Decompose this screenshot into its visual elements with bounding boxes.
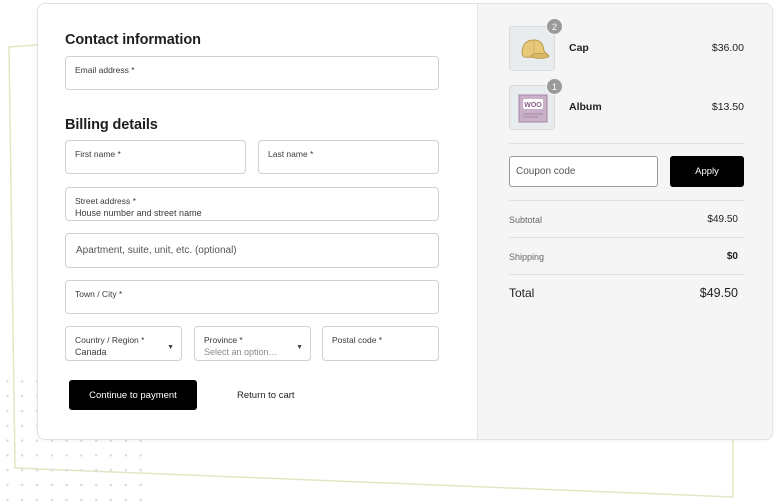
total-value: $49.50 bbox=[699, 286, 738, 300]
quantity-badge: 2 bbox=[546, 18, 563, 35]
apartment-field[interactable]: Apartment, suite, unit, etc. (optional) bbox=[65, 233, 439, 268]
apply-coupon-button[interactable]: Apply bbox=[670, 156, 744, 187]
cart-item-name: Cap bbox=[569, 42, 589, 54]
first-name-label: First name * bbox=[75, 149, 121, 159]
shipping-value: $0 bbox=[726, 251, 738, 262]
country-select[interactable]: Country / Region * Canada ▼ bbox=[65, 326, 182, 361]
album-logo-text: WOO bbox=[524, 102, 542, 109]
contact-heading: Contact information bbox=[65, 32, 201, 48]
billing-heading: Billing details bbox=[65, 117, 158, 133]
divider bbox=[509, 274, 744, 275]
shipping-label: Shipping bbox=[509, 252, 545, 262]
divider bbox=[509, 200, 744, 201]
province-select[interactable]: Province * Select an option… ▼ bbox=[194, 326, 311, 361]
first-name-field[interactable]: First name * bbox=[65, 140, 246, 174]
cart-item-price: $13.50 bbox=[711, 101, 744, 113]
last-name-field[interactable]: Last name * bbox=[258, 140, 439, 174]
city-label: Town / City * bbox=[75, 289, 123, 299]
subtotal-label: Subtotal bbox=[509, 215, 543, 225]
divider bbox=[509, 237, 744, 238]
city-field[interactable]: Town / City * bbox=[65, 280, 439, 314]
checkout-card: Contact information Email address * Bill… bbox=[37, 3, 773, 440]
divider bbox=[509, 143, 744, 144]
chevron-down-icon: ▼ bbox=[167, 344, 174, 351]
chevron-down-icon: ▼ bbox=[296, 344, 303, 351]
return-to-cart-link[interactable]: Return to cart bbox=[237, 390, 295, 401]
quantity-badge: 1 bbox=[546, 78, 563, 95]
province-label: Province * bbox=[204, 335, 243, 345]
email-label: Email address * bbox=[75, 65, 135, 75]
cart-item-name: Album bbox=[569, 101, 602, 113]
postal-code-field[interactable]: Postal code * bbox=[322, 326, 439, 361]
country-label: Country / Region * bbox=[75, 335, 145, 345]
email-field[interactable]: Email address * bbox=[65, 56, 439, 90]
country-value: Canada bbox=[75, 347, 107, 357]
postal-code-label: Postal code * bbox=[332, 335, 383, 345]
street-address-label: Street address * bbox=[75, 196, 136, 206]
checkout-form: Contact information Email address * Bill… bbox=[38, 4, 477, 439]
order-summary: 2 Cap $36.00 WOO 1 Album $13.50 Coupon c… bbox=[477, 4, 772, 439]
last-name-label: Last name * bbox=[268, 149, 314, 159]
total-label: Total bbox=[509, 286, 535, 300]
province-placeholder: Select an option… bbox=[204, 347, 278, 357]
apartment-placeholder: Apartment, suite, unit, etc. (optional) bbox=[76, 245, 237, 256]
coupon-code-input[interactable]: Coupon code bbox=[509, 156, 658, 187]
continue-to-payment-button[interactable]: Continue to payment bbox=[69, 380, 197, 410]
cart-item-price: $36.00 bbox=[711, 42, 744, 54]
street-address-field[interactable]: Street address * House number and street… bbox=[65, 187, 439, 221]
coupon-code-placeholder: Coupon code bbox=[516, 166, 576, 177]
subtotal-value: $49.50 bbox=[707, 214, 738, 225]
street-address-placeholder: House number and street name bbox=[75, 208, 202, 218]
